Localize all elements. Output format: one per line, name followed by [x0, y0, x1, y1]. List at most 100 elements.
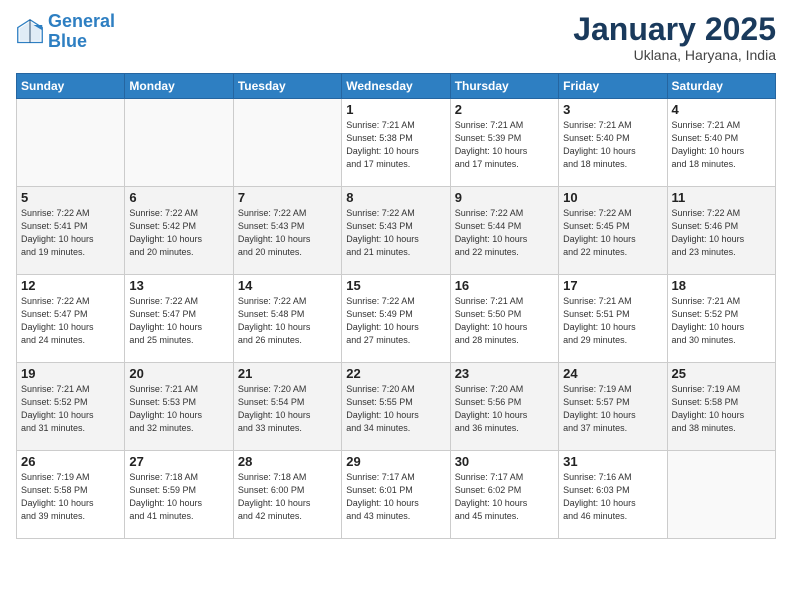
day-number: 27	[129, 454, 228, 469]
calendar-cell: 29Sunrise: 7:17 AM Sunset: 6:01 PM Dayli…	[342, 451, 450, 539]
day-number: 20	[129, 366, 228, 381]
calendar-cell: 23 Sunrise: 7:20 AM Sunset: 5:56 PM Dayli…	[450, 363, 558, 451]
day-info: Sunrise: 7:22 AM Sunset: 5:41 PM Dayligh…	[21, 207, 120, 259]
day-number: 2	[455, 102, 554, 117]
calendar-cell: 11Sunrise: 7:22 AM Sunset: 5:46 PM Dayli…	[667, 187, 775, 275]
calendar-cell: 9 Sunrise: 7:22 AM Sunset: 5:44 PM Daylig…	[450, 187, 558, 275]
calendar-cell	[667, 451, 775, 539]
calendar-week-row: 26Sunrise: 7:19 AM Sunset: 5:58 PM Dayli…	[17, 451, 776, 539]
day-info: Sunrise: 7:22 AM Sunset: 5:45 PM Dayligh…	[563, 207, 662, 259]
title-block: January 2025 Uklana, Haryana, India	[573, 12, 776, 63]
day-info: Sunrise: 7:22 AM Sunset: 5:43 PM Dayligh…	[346, 207, 445, 259]
day-number: 31	[563, 454, 662, 469]
header-sunday: Sunday	[17, 74, 125, 99]
calendar-cell: 27 Sunrise: 7:18 AM Sunset: 5:59 PM Dayli…	[125, 451, 233, 539]
header-wednesday: Wednesday	[342, 74, 450, 99]
header-friday: Friday	[559, 74, 667, 99]
calendar-cell	[233, 99, 341, 187]
day-info: Sunrise: 7:22 AM Sunset: 5:43 PM Dayligh…	[238, 207, 337, 259]
calendar-cell: 3 Sunrise: 7:21 AM Sunset: 5:40 PM Daylig…	[559, 99, 667, 187]
logo: General Blue	[16, 12, 115, 52]
day-info: Sunrise: 7:20 AM Sunset: 5:55 PM Dayligh…	[346, 383, 445, 435]
calendar-cell: 6 Sunrise: 7:22 AM Sunset: 5:42 PM Daylig…	[125, 187, 233, 275]
day-info: Sunrise: 7:19 AM Sunset: 5:57 PM Dayligh…	[563, 383, 662, 435]
calendar-cell: 22 Sunrise: 7:20 AM Sunset: 5:55 PM Dayli…	[342, 363, 450, 451]
subtitle: Uklana, Haryana, India	[573, 47, 776, 63]
day-info: Sunrise: 7:22 AM Sunset: 5:44 PM Dayligh…	[455, 207, 554, 259]
day-number: 30	[455, 454, 554, 469]
day-info: Sunrise: 7:21 AM Sunset: 5:50 PM Dayligh…	[455, 295, 554, 347]
calendar-cell: 10 Sunrise: 7:22 AM Sunset: 5:45 PM Dayli…	[559, 187, 667, 275]
day-info: Sunrise: 7:21 AM Sunset: 5:40 PM Dayligh…	[672, 119, 771, 171]
day-number: 12	[21, 278, 120, 293]
day-info: Sunrise: 7:21 AM Sunset: 5:53 PM Dayligh…	[129, 383, 228, 435]
day-number: 3	[563, 102, 662, 117]
day-number: 13	[129, 278, 228, 293]
day-number: 5	[21, 190, 120, 205]
day-number: 6	[129, 190, 228, 205]
calendar-cell: 13 Sunrise: 7:22 AM Sunset: 5:47 PM Dayli…	[125, 275, 233, 363]
logo-text2: Blue	[48, 32, 115, 52]
day-info: Sunrise: 7:22 AM Sunset: 5:42 PM Dayligh…	[129, 207, 228, 259]
day-info: Sunrise: 7:22 AM Sunset: 5:49 PM Dayligh…	[346, 295, 445, 347]
calendar-week-row: 5 Sunrise: 7:22 AM Sunset: 5:41 PM Daylig…	[17, 187, 776, 275]
day-number: 18	[672, 278, 771, 293]
calendar-cell: 2 Sunrise: 7:21 AM Sunset: 5:39 PM Daylig…	[450, 99, 558, 187]
day-number: 4	[672, 102, 771, 117]
header-monday: Monday	[125, 74, 233, 99]
day-info: Sunrise: 7:17 AM Sunset: 6:02 PM Dayligh…	[455, 471, 554, 523]
day-number: 21	[238, 366, 337, 381]
calendar-table: Sunday Monday Tuesday Wednesday Thursday…	[16, 73, 776, 539]
day-number: 1	[346, 102, 445, 117]
day-info: Sunrise: 7:20 AM Sunset: 5:54 PM Dayligh…	[238, 383, 337, 435]
day-number: 17	[563, 278, 662, 293]
day-number: 10	[563, 190, 662, 205]
calendar-cell: 28Sunrise: 7:18 AM Sunset: 6:00 PM Dayli…	[233, 451, 341, 539]
day-info: Sunrise: 7:21 AM Sunset: 5:52 PM Dayligh…	[21, 383, 120, 435]
day-number: 26	[21, 454, 120, 469]
day-number: 14	[238, 278, 337, 293]
calendar-cell: 26Sunrise: 7:19 AM Sunset: 5:58 PM Dayli…	[17, 451, 125, 539]
calendar-cell: 7 Sunrise: 7:22 AM Sunset: 5:43 PM Daylig…	[233, 187, 341, 275]
calendar-week-row: 19 Sunrise: 7:21 AM Sunset: 5:52 PM Dayli…	[17, 363, 776, 451]
day-number: 24	[563, 366, 662, 381]
day-info: Sunrise: 7:16 AM Sunset: 6:03 PM Dayligh…	[563, 471, 662, 523]
calendar-cell: 16Sunrise: 7:21 AM Sunset: 5:50 PM Dayli…	[450, 275, 558, 363]
day-info: Sunrise: 7:22 AM Sunset: 5:47 PM Dayligh…	[129, 295, 228, 347]
header-tuesday: Tuesday	[233, 74, 341, 99]
header-saturday: Saturday	[667, 74, 775, 99]
day-info: Sunrise: 7:20 AM Sunset: 5:56 PM Dayligh…	[455, 383, 554, 435]
day-number: 25	[672, 366, 771, 381]
day-info: Sunrise: 7:18 AM Sunset: 5:59 PM Dayligh…	[129, 471, 228, 523]
day-number: 8	[346, 190, 445, 205]
day-info: Sunrise: 7:21 AM Sunset: 5:40 PM Dayligh…	[563, 119, 662, 171]
calendar-cell: 1 Sunrise: 7:21 AM Sunset: 5:38 PM Daylig…	[342, 99, 450, 187]
day-number: 9	[455, 190, 554, 205]
calendar-cell	[125, 99, 233, 187]
day-info: Sunrise: 7:21 AM Sunset: 5:39 PM Dayligh…	[455, 119, 554, 171]
day-number: 7	[238, 190, 337, 205]
calendar-page: General Blue January 2025 Uklana, Haryan…	[0, 0, 792, 612]
calendar-cell: 14 Sunrise: 7:22 AM Sunset: 5:48 PM Dayli…	[233, 275, 341, 363]
day-number: 28	[238, 454, 337, 469]
calendar-cell: 20 Sunrise: 7:21 AM Sunset: 5:53 PM Dayli…	[125, 363, 233, 451]
calendar-cell: 5 Sunrise: 7:22 AM Sunset: 5:41 PM Daylig…	[17, 187, 125, 275]
calendar-cell: 25Sunrise: 7:19 AM Sunset: 5:58 PM Dayli…	[667, 363, 775, 451]
calendar-cell: 18Sunrise: 7:21 AM Sunset: 5:52 PM Dayli…	[667, 275, 775, 363]
day-number: 15	[346, 278, 445, 293]
calendar-cell: 24 Sunrise: 7:19 AM Sunset: 5:57 PM Dayli…	[559, 363, 667, 451]
day-info: Sunrise: 7:21 AM Sunset: 5:38 PM Dayligh…	[346, 119, 445, 171]
month-title: January 2025	[573, 12, 776, 47]
day-number: 11	[672, 190, 771, 205]
calendar-cell: 30 Sunrise: 7:17 AM Sunset: 6:02 PM Dayli…	[450, 451, 558, 539]
day-number: 19	[21, 366, 120, 381]
calendar-cell: 12Sunrise: 7:22 AM Sunset: 5:47 PM Dayli…	[17, 275, 125, 363]
weekday-header-row: Sunday Monday Tuesday Wednesday Thursday…	[17, 74, 776, 99]
header-thursday: Thursday	[450, 74, 558, 99]
calendar-cell: 31 Sunrise: 7:16 AM Sunset: 6:03 PM Dayli…	[559, 451, 667, 539]
calendar-cell: 19 Sunrise: 7:21 AM Sunset: 5:52 PM Dayli…	[17, 363, 125, 451]
day-number: 22	[346, 366, 445, 381]
header: General Blue January 2025 Uklana, Haryan…	[16, 12, 776, 63]
day-info: Sunrise: 7:22 AM Sunset: 5:48 PM Dayligh…	[238, 295, 337, 347]
day-number: 23	[455, 366, 554, 381]
